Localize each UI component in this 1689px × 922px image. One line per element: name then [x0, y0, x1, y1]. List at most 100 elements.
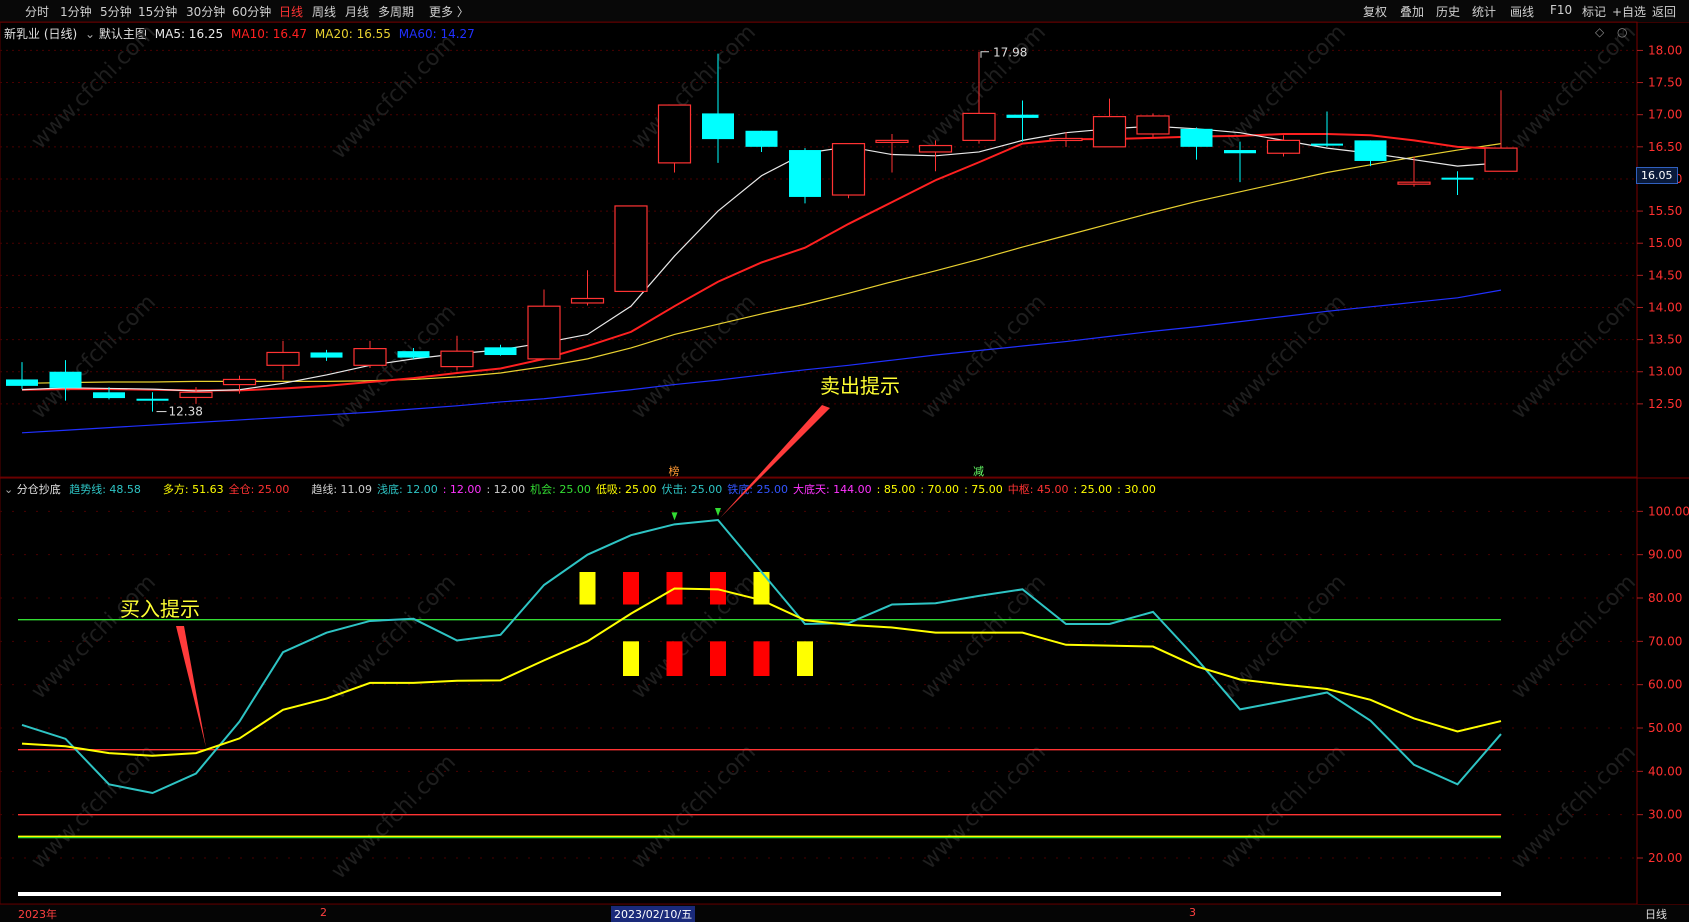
watermark: www.cfchi.com — [1507, 20, 1641, 154]
diamond-icon: ◇ — [1595, 25, 1605, 39]
candle-body — [49, 371, 82, 388]
close-icon: ○ — [1617, 25, 1627, 39]
price-tick-label: 14.50 — [1648, 268, 1682, 282]
indicator-tick-label: 40.00 — [1648, 764, 1682, 778]
candle-body — [484, 347, 517, 356]
watermark: www.cfchi.com — [1217, 740, 1351, 874]
candle-body — [222, 378, 257, 386]
date-axis: 2023年 2 2023/02/10/五 3 日线 — [0, 904, 1689, 922]
candle-body — [353, 348, 387, 366]
candle — [1441, 171, 1474, 196]
watermark: www.cfchi.com — [27, 290, 161, 424]
candle-body — [310, 352, 343, 358]
current-price-tag: 16.05 — [1636, 167, 1678, 184]
candle — [789, 148, 821, 204]
candle-body — [1354, 140, 1387, 161]
watermark: www.cfchi.com — [917, 570, 1051, 704]
candle — [136, 392, 169, 412]
sell-hint-arrow — [720, 405, 830, 518]
watermark: www.cfchi.com — [627, 290, 761, 424]
candle-body — [1180, 128, 1213, 147]
signal-marker-jian: 减 — [973, 465, 984, 478]
candle-body — [6, 379, 38, 386]
period-indicator: 日线 — [1645, 908, 1667, 921]
candle — [614, 205, 648, 293]
sell-arrow-icon — [715, 508, 721, 516]
indicator-tick-label: 80.00 — [1648, 591, 1682, 605]
candle-body — [527, 305, 561, 360]
candle — [1006, 100, 1039, 142]
candle-body — [1311, 143, 1343, 146]
candle-body — [136, 398, 169, 401]
high-price-label: 17.98 — [993, 46, 1027, 60]
signal-block — [710, 641, 726, 676]
candle — [831, 143, 866, 199]
watermark: www.cfchi.com — [327, 570, 461, 704]
signal-block — [579, 572, 596, 605]
date-label-0: 2023年 — [18, 908, 57, 921]
candle-body — [266, 351, 300, 366]
price-tick-label: 13.00 — [1648, 365, 1682, 379]
indicator-tick-label: 70.00 — [1648, 634, 1682, 648]
price-tick-label: 15.00 — [1648, 236, 1682, 250]
candle — [527, 289, 561, 360]
candle-body — [1266, 139, 1301, 154]
date-label-2: 2023/02/10/五 — [611, 906, 696, 922]
candle-body — [831, 143, 866, 196]
candle-body — [657, 104, 692, 164]
indicator-tick-label: 50.00 — [1648, 721, 1682, 735]
candle-body — [962, 112, 996, 141]
watermark: www.cfchi.com — [327, 30, 461, 164]
signal-block — [753, 641, 770, 676]
low-price-label: 12.38 — [169, 405, 203, 419]
signal-block — [623, 572, 639, 605]
candle-body — [397, 351, 430, 358]
main-panel-border — [0, 21, 1638, 478]
candle — [1180, 127, 1213, 160]
date-label-3: 3 — [1189, 906, 1196, 919]
candle-body — [1049, 137, 1083, 142]
candle-body — [570, 297, 605, 304]
candle-body — [745, 130, 778, 147]
candle-body — [1224, 150, 1256, 154]
watermark: www.cfchi.com — [27, 20, 161, 154]
candle — [6, 362, 38, 390]
signal-block — [666, 641, 683, 676]
price-tick-label: 17.00 — [1648, 108, 1682, 122]
price-tick-label: 12.50 — [1648, 397, 1682, 411]
price-tick-label: 13.50 — [1648, 333, 1682, 347]
watermark: www.cfchi.com — [1217, 290, 1351, 424]
watermark: www.cfchi.com — [627, 740, 761, 874]
price-tick-label: 15.50 — [1648, 204, 1682, 218]
price-tick-label: 16.50 — [1648, 140, 1682, 154]
indicator-tick-label: 60.00 — [1648, 678, 1682, 692]
price-tick-label: 14.00 — [1648, 300, 1682, 314]
date-label-1: 2 — [320, 906, 327, 919]
candle — [266, 340, 300, 380]
candle-body — [789, 150, 821, 197]
candle-body — [1006, 114, 1039, 118]
candle — [1311, 111, 1343, 147]
candle — [353, 340, 387, 368]
candle-body — [440, 350, 474, 368]
indicator-tick-label: 90.00 — [1648, 548, 1682, 562]
candle — [440, 335, 474, 371]
indicator-tick-label: 100.00 — [1648, 504, 1689, 518]
kline-chart[interactable]: www.cfchi.com www.cfchi.com www.cfchi.com w… — [0, 0, 1689, 921]
candle-body — [1441, 177, 1474, 180]
watermark: www.cfchi.com — [27, 570, 161, 704]
candle — [484, 344, 517, 356]
candle-body — [1397, 181, 1431, 185]
candle-body — [918, 144, 953, 153]
candle — [1136, 113, 1170, 138]
watermark: www.cfchi.com — [327, 750, 461, 884]
buy-hint-arrow — [176, 626, 206, 748]
watermark: www.cfchi.com — [627, 570, 761, 704]
sell-arrow-icon — [671, 512, 678, 521]
watermark: www.cfchi.com — [917, 740, 1051, 874]
candle-body — [1092, 116, 1127, 148]
signal-marker-bang: 榜 — [669, 464, 680, 478]
candle-body — [702, 113, 734, 140]
candle-body — [93, 392, 125, 399]
buy-hint-label: 买入提示 — [120, 597, 200, 621]
